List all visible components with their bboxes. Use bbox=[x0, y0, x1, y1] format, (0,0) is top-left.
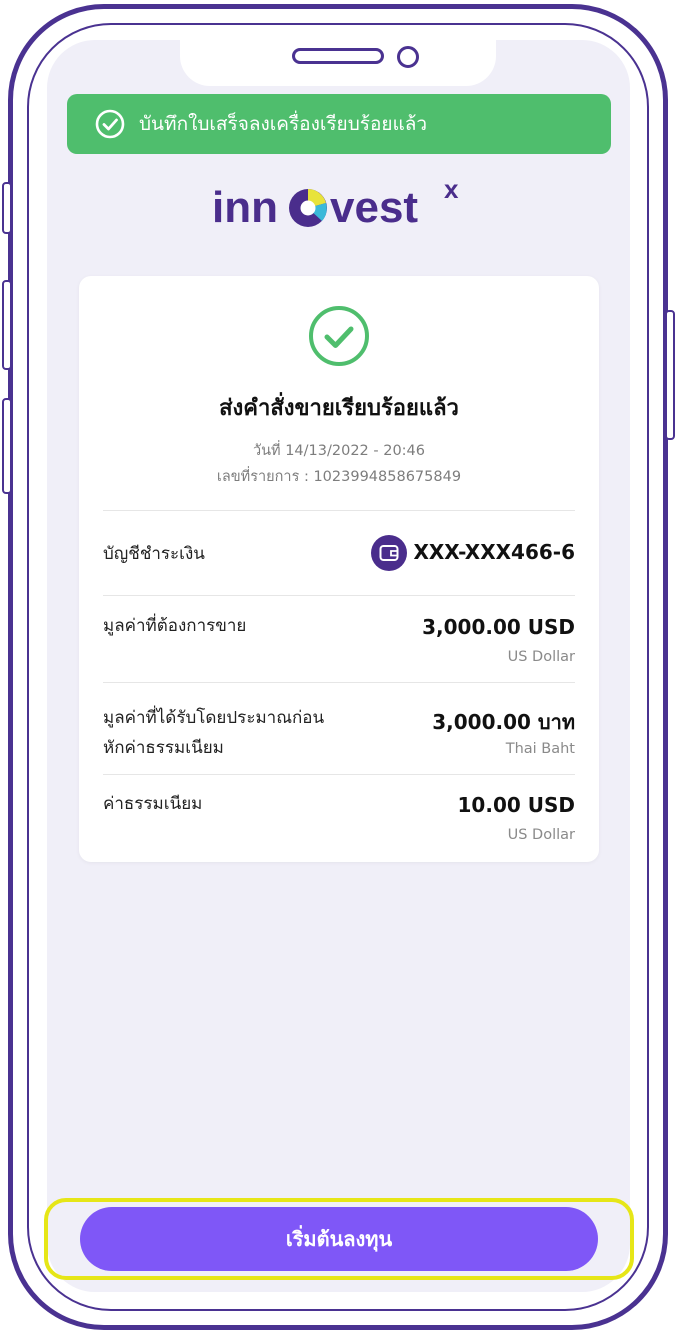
estimated-receive-label-line2: หักค่าธรรมเนียม bbox=[103, 738, 224, 758]
divider bbox=[103, 595, 575, 596]
camera-icon bbox=[397, 46, 419, 68]
divider bbox=[103, 774, 575, 775]
phone-side-button bbox=[2, 398, 12, 494]
svg-text:inn: inn bbox=[212, 183, 278, 230]
estimated-receive-value: 3,000.00 บาท bbox=[432, 710, 575, 734]
sell-amount-value: 3,000.00 USD bbox=[422, 615, 575, 639]
sell-amount-label: มูลค่าที่ต้องการขาย bbox=[103, 616, 247, 636]
check-circle-icon bbox=[95, 109, 125, 139]
fee-label: ค่าธรรมเนียม bbox=[103, 794, 203, 814]
toast-message: บันทึกใบเสร็จลงเครื่องเรียบร้อยแล้ว bbox=[139, 113, 428, 135]
svg-text:vest: vest bbox=[330, 183, 418, 230]
logo-donut-icon bbox=[289, 189, 327, 227]
receipt-card: ส่งคำสั่งขายเรียบร้อยแล้ว วันที่ 14/13/2… bbox=[79, 276, 599, 862]
sell-amount-currency: US Dollar bbox=[507, 649, 575, 665]
innovest-logo: inn vest x bbox=[212, 176, 459, 230]
svg-text:x: x bbox=[444, 176, 459, 204]
speaker-icon bbox=[292, 48, 384, 64]
payment-account-label: บัญชีชำระเงิน bbox=[103, 544, 205, 564]
estimated-receive-label-line1: มูลค่าที่ได้รับโดยประมาณก่อน bbox=[103, 708, 325, 728]
receipt-reference: เลขที่รายการ : 1023994858675849 bbox=[216, 469, 462, 485]
divider bbox=[103, 510, 575, 511]
estimated-receive-currency: Thai Baht bbox=[505, 741, 575, 757]
wallet-icon bbox=[371, 535, 407, 571]
receipt-date: วันที่ 14/13/2022 - 20:46 bbox=[252, 443, 426, 459]
phone-side-button bbox=[665, 310, 675, 440]
receipt-title: ส่งคำสั่งขายเรียบร้อยแล้ว bbox=[219, 396, 459, 421]
payment-account-value: XXX-XXX466-6 bbox=[413, 540, 575, 564]
phone-side-button bbox=[2, 182, 12, 234]
phone-side-button bbox=[2, 280, 12, 370]
success-toast: บันทึกใบเสร็จลงเครื่องเรียบร้อยแล้ว bbox=[67, 94, 611, 154]
fee-currency: US Dollar bbox=[507, 827, 575, 843]
success-check-icon bbox=[309, 306, 369, 366]
fee-value: 10.00 USD bbox=[457, 793, 575, 817]
divider bbox=[103, 682, 575, 683]
start-investing-button[interactable]: เริ่มต้นลงทุน bbox=[80, 1207, 598, 1271]
